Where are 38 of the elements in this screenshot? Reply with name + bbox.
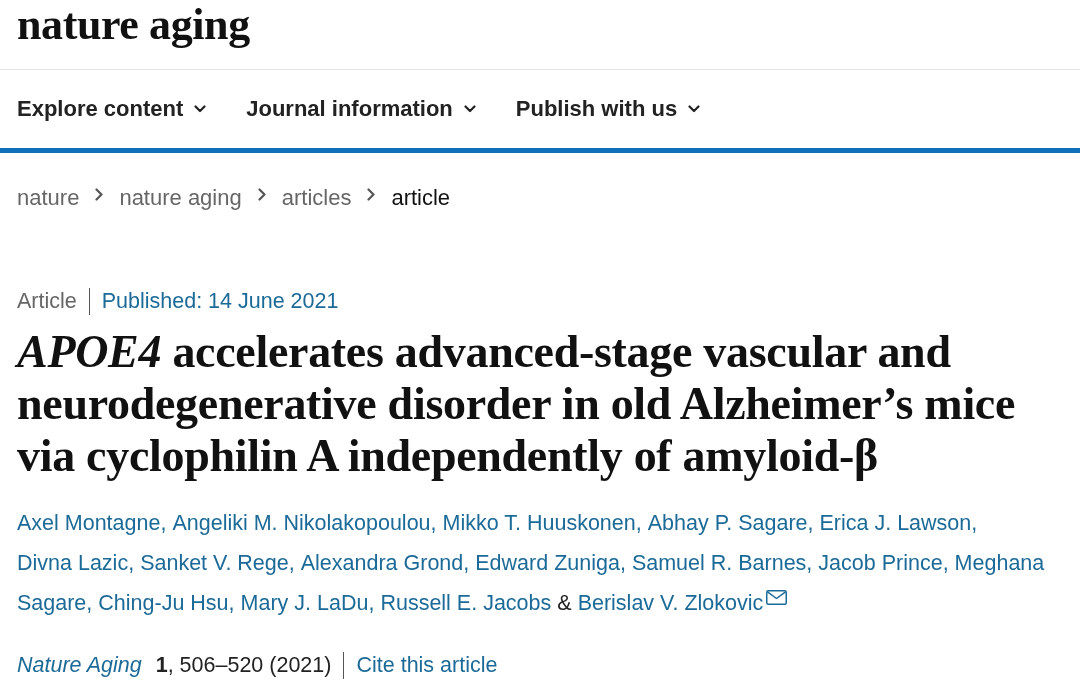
chevron-right-icon (367, 187, 376, 201)
breadcrumb-current[interactable]: article (391, 183, 451, 213)
nav-menu-button[interactable]: Explore content (17, 94, 207, 124)
author-link[interactable]: Abhay P. Sagare, (647, 509, 814, 537)
author-link[interactable]: Ching-Ju Hsu, (98, 589, 235, 617)
conjunction-text: & (557, 590, 572, 617)
chevron-right-icon (257, 187, 266, 201)
author-link[interactable]: Meghana (954, 549, 1045, 577)
author-link[interactable]: Sanket V. Rege, (140, 549, 295, 577)
chevron-down-icon (463, 105, 476, 113)
nav-menu-button[interactable]: Publish with us (515, 94, 701, 124)
author-link[interactable]: Alexandra Grond, (300, 549, 470, 577)
breadcrumb-link[interactable]: articles (281, 183, 352, 213)
publication-date: Published: 14 June 2021 (101, 288, 339, 315)
author-link[interactable]: Samuel R. Barnes, (631, 549, 813, 577)
author-link[interactable]: Divna Lazic, (17, 549, 135, 577)
chevron-down-icon (688, 105, 701, 113)
nav-menu-button[interactable]: Journal information (246, 94, 476, 124)
author-link[interactable]: Mary J. LaDu, (240, 589, 375, 617)
author-link[interactable]: Axel Montagne, (17, 509, 167, 537)
chevron-down-icon (194, 105, 207, 113)
journal-logo[interactable]: nature aging (17, 1, 250, 49)
author-link[interactable]: Russell E. Jacobs (380, 589, 552, 617)
author-link[interactable]: Edward Zuniga, (475, 549, 626, 577)
breadcrumb-link[interactable]: nature aging (119, 183, 242, 213)
author-link[interactable]: Erica J. Lawson, (819, 509, 978, 537)
cite-link[interactable]: Cite this article (356, 650, 498, 680)
author-link[interactable]: Angeliki M. Nikolakopoulou, (172, 509, 437, 537)
chevron-right-icon (95, 187, 104, 201)
journal-name-link[interactable]: Nature Aging (17, 650, 142, 680)
envelope-icon[interactable] (766, 590, 788, 605)
author-link[interactable]: Mikko T. Huuskonen, (442, 509, 642, 537)
author-link[interactable]: Sagare, (17, 589, 93, 617)
citation-details: 1, 506–520 (2021) (155, 652, 332, 679)
author-link[interactable]: Jacob Prince, (818, 549, 949, 577)
author-link[interactable]: Berislav V. Zlokovic (577, 589, 764, 617)
article-type-label: Article (17, 288, 77, 315)
breadcrumb-link[interactable]: nature (17, 183, 80, 213)
